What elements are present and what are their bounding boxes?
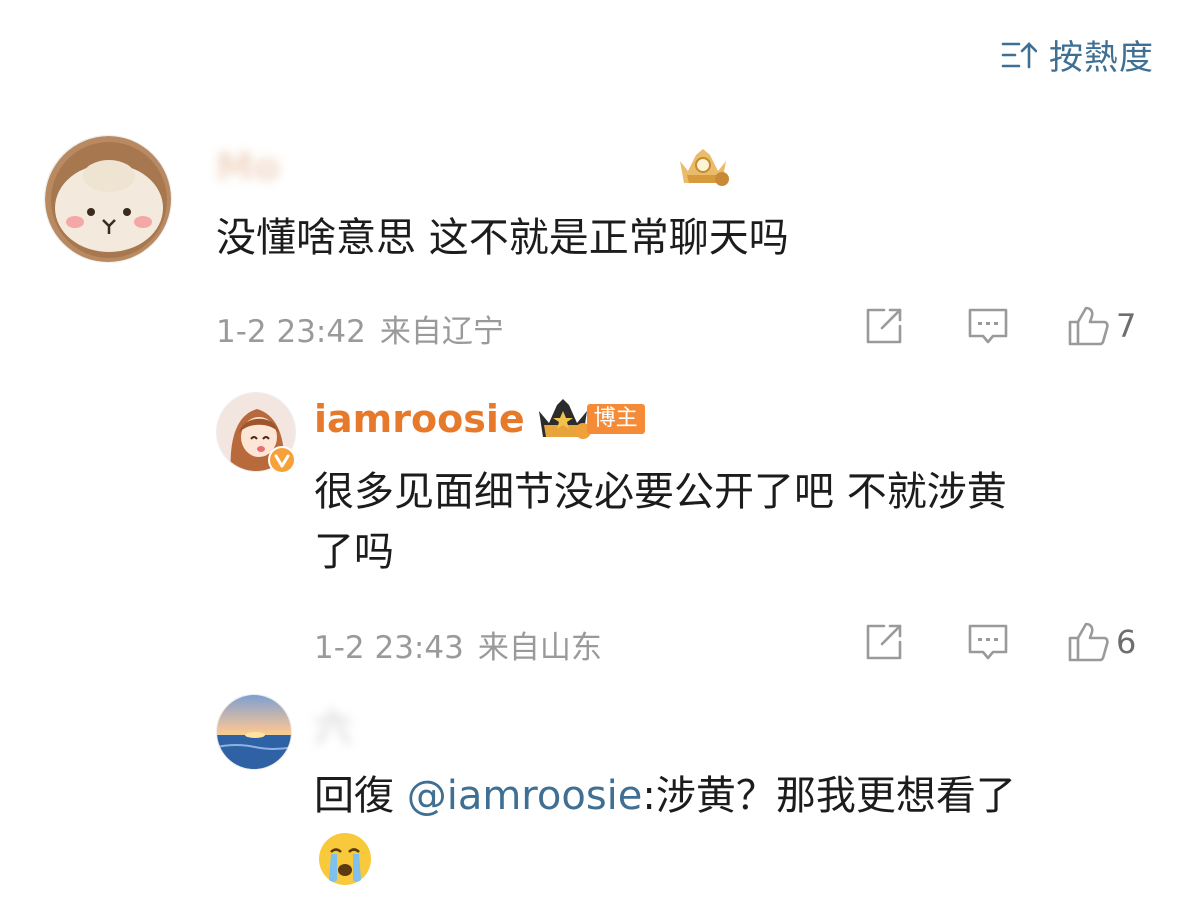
comments-page: 按熱度 Mo 没懂啥意思 这不就是正常聊天吗 1-2 23:42 来自辽宁 7 … bbox=[0, 0, 1200, 919]
reply-prefix: 回復 bbox=[314, 773, 407, 819]
avatar-image bbox=[217, 695, 291, 769]
comment-text: 回復 @iamroosie:涉黄？那我更想看了 bbox=[314, 766, 1174, 826]
comment-item: 六 回復 @iamroosie:涉黄？那我更想看了 bbox=[0, 0, 1200, 919]
username-blurred bbox=[358, 703, 838, 747]
username[interactable]: 六 bbox=[314, 697, 352, 752]
avatar[interactable] bbox=[216, 694, 292, 770]
crying-face-icon bbox=[319, 833, 371, 885]
mention-link[interactable]: @iamroosie bbox=[407, 773, 643, 819]
reply-text: :涉黄？那我更想看了 bbox=[642, 773, 1016, 819]
